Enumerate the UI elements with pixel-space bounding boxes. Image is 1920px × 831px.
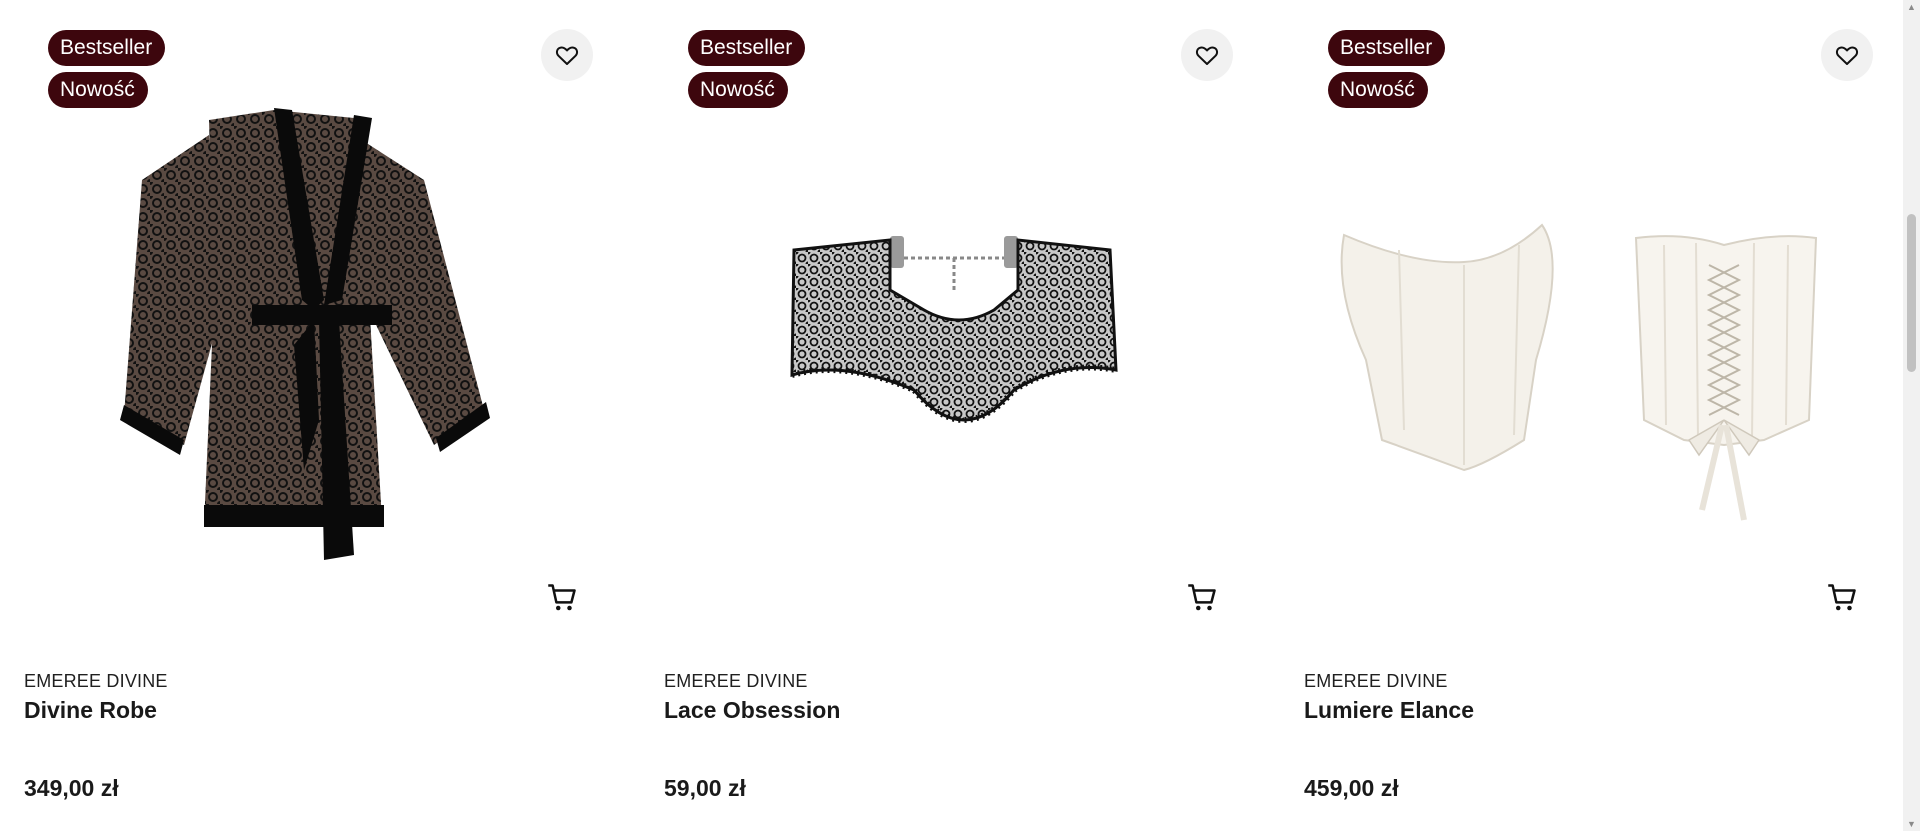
- wishlist-button[interactable]: [541, 29, 593, 81]
- product-grid: Bestseller Nowość EMEREE DIVINE Divine R…: [0, 0, 1900, 831]
- product-brand: EMEREE DIVINE: [664, 671, 808, 691]
- product-image-area[interactable]: Bestseller Nowość: [1304, 0, 1896, 640]
- new-badge: Nowość: [688, 72, 788, 108]
- bestseller-badge: Bestseller: [688, 30, 806, 66]
- badge-list: Bestseller Nowość: [688, 30, 806, 108]
- scroll-up-arrow-icon[interactable]: ▲: [1903, 0, 1920, 14]
- product-card[interactable]: Bestseller Nowość EMEREE DIVINE Lumiere …: [1304, 0, 1896, 831]
- product-price: 59,00 zł: [664, 775, 746, 801]
- heart-icon: [1195, 46, 1219, 65]
- scrollbar-thumb[interactable]: [1907, 214, 1916, 372]
- vertical-scrollbar[interactable]: ▲ ▼: [1903, 0, 1920, 831]
- heart-icon: [555, 46, 579, 65]
- product-price: 459,00 zł: [1304, 775, 1399, 801]
- badge-list: Bestseller Nowość: [1328, 30, 1446, 108]
- badge-list: Bestseller Nowość: [48, 30, 166, 108]
- bestseller-badge: Bestseller: [1328, 30, 1446, 66]
- product-price: 349,00 zł: [24, 775, 119, 801]
- wishlist-button[interactable]: [1821, 29, 1873, 81]
- product-name[interactable]: Lace Obsession: [664, 697, 840, 724]
- wishlist-button[interactable]: [1181, 29, 1233, 81]
- cart-icon: [548, 584, 576, 611]
- product-card[interactable]: Bestseller Nowość EMEREE DIVINE Divine R…: [24, 0, 616, 831]
- product-brand: EMEREE DIVINE: [1304, 671, 1448, 691]
- product-image-area[interactable]: Bestseller Nowość: [24, 0, 616, 640]
- bestseller-badge: Bestseller: [48, 30, 166, 66]
- new-badge: Nowość: [1328, 72, 1428, 108]
- product-brand: EMEREE DIVINE: [24, 671, 168, 691]
- add-to-cart-button[interactable]: [1822, 578, 1862, 618]
- heart-icon: [1835, 46, 1859, 65]
- cart-icon: [1828, 584, 1856, 611]
- product-name[interactable]: Divine Robe: [24, 697, 157, 724]
- add-to-cart-button[interactable]: [1182, 578, 1222, 618]
- cart-icon: [1188, 584, 1216, 611]
- product-name[interactable]: Lumiere Elance: [1304, 697, 1474, 724]
- add-to-cart-button[interactable]: [542, 578, 582, 618]
- product-card[interactable]: Bestseller Nowość EMEREE DIVINE Lace Obs…: [664, 0, 1256, 831]
- product-image-area[interactable]: Bestseller Nowość: [664, 0, 1256, 640]
- new-badge: Nowość: [48, 72, 148, 108]
- scroll-down-arrow-icon[interactable]: ▼: [1903, 817, 1920, 831]
